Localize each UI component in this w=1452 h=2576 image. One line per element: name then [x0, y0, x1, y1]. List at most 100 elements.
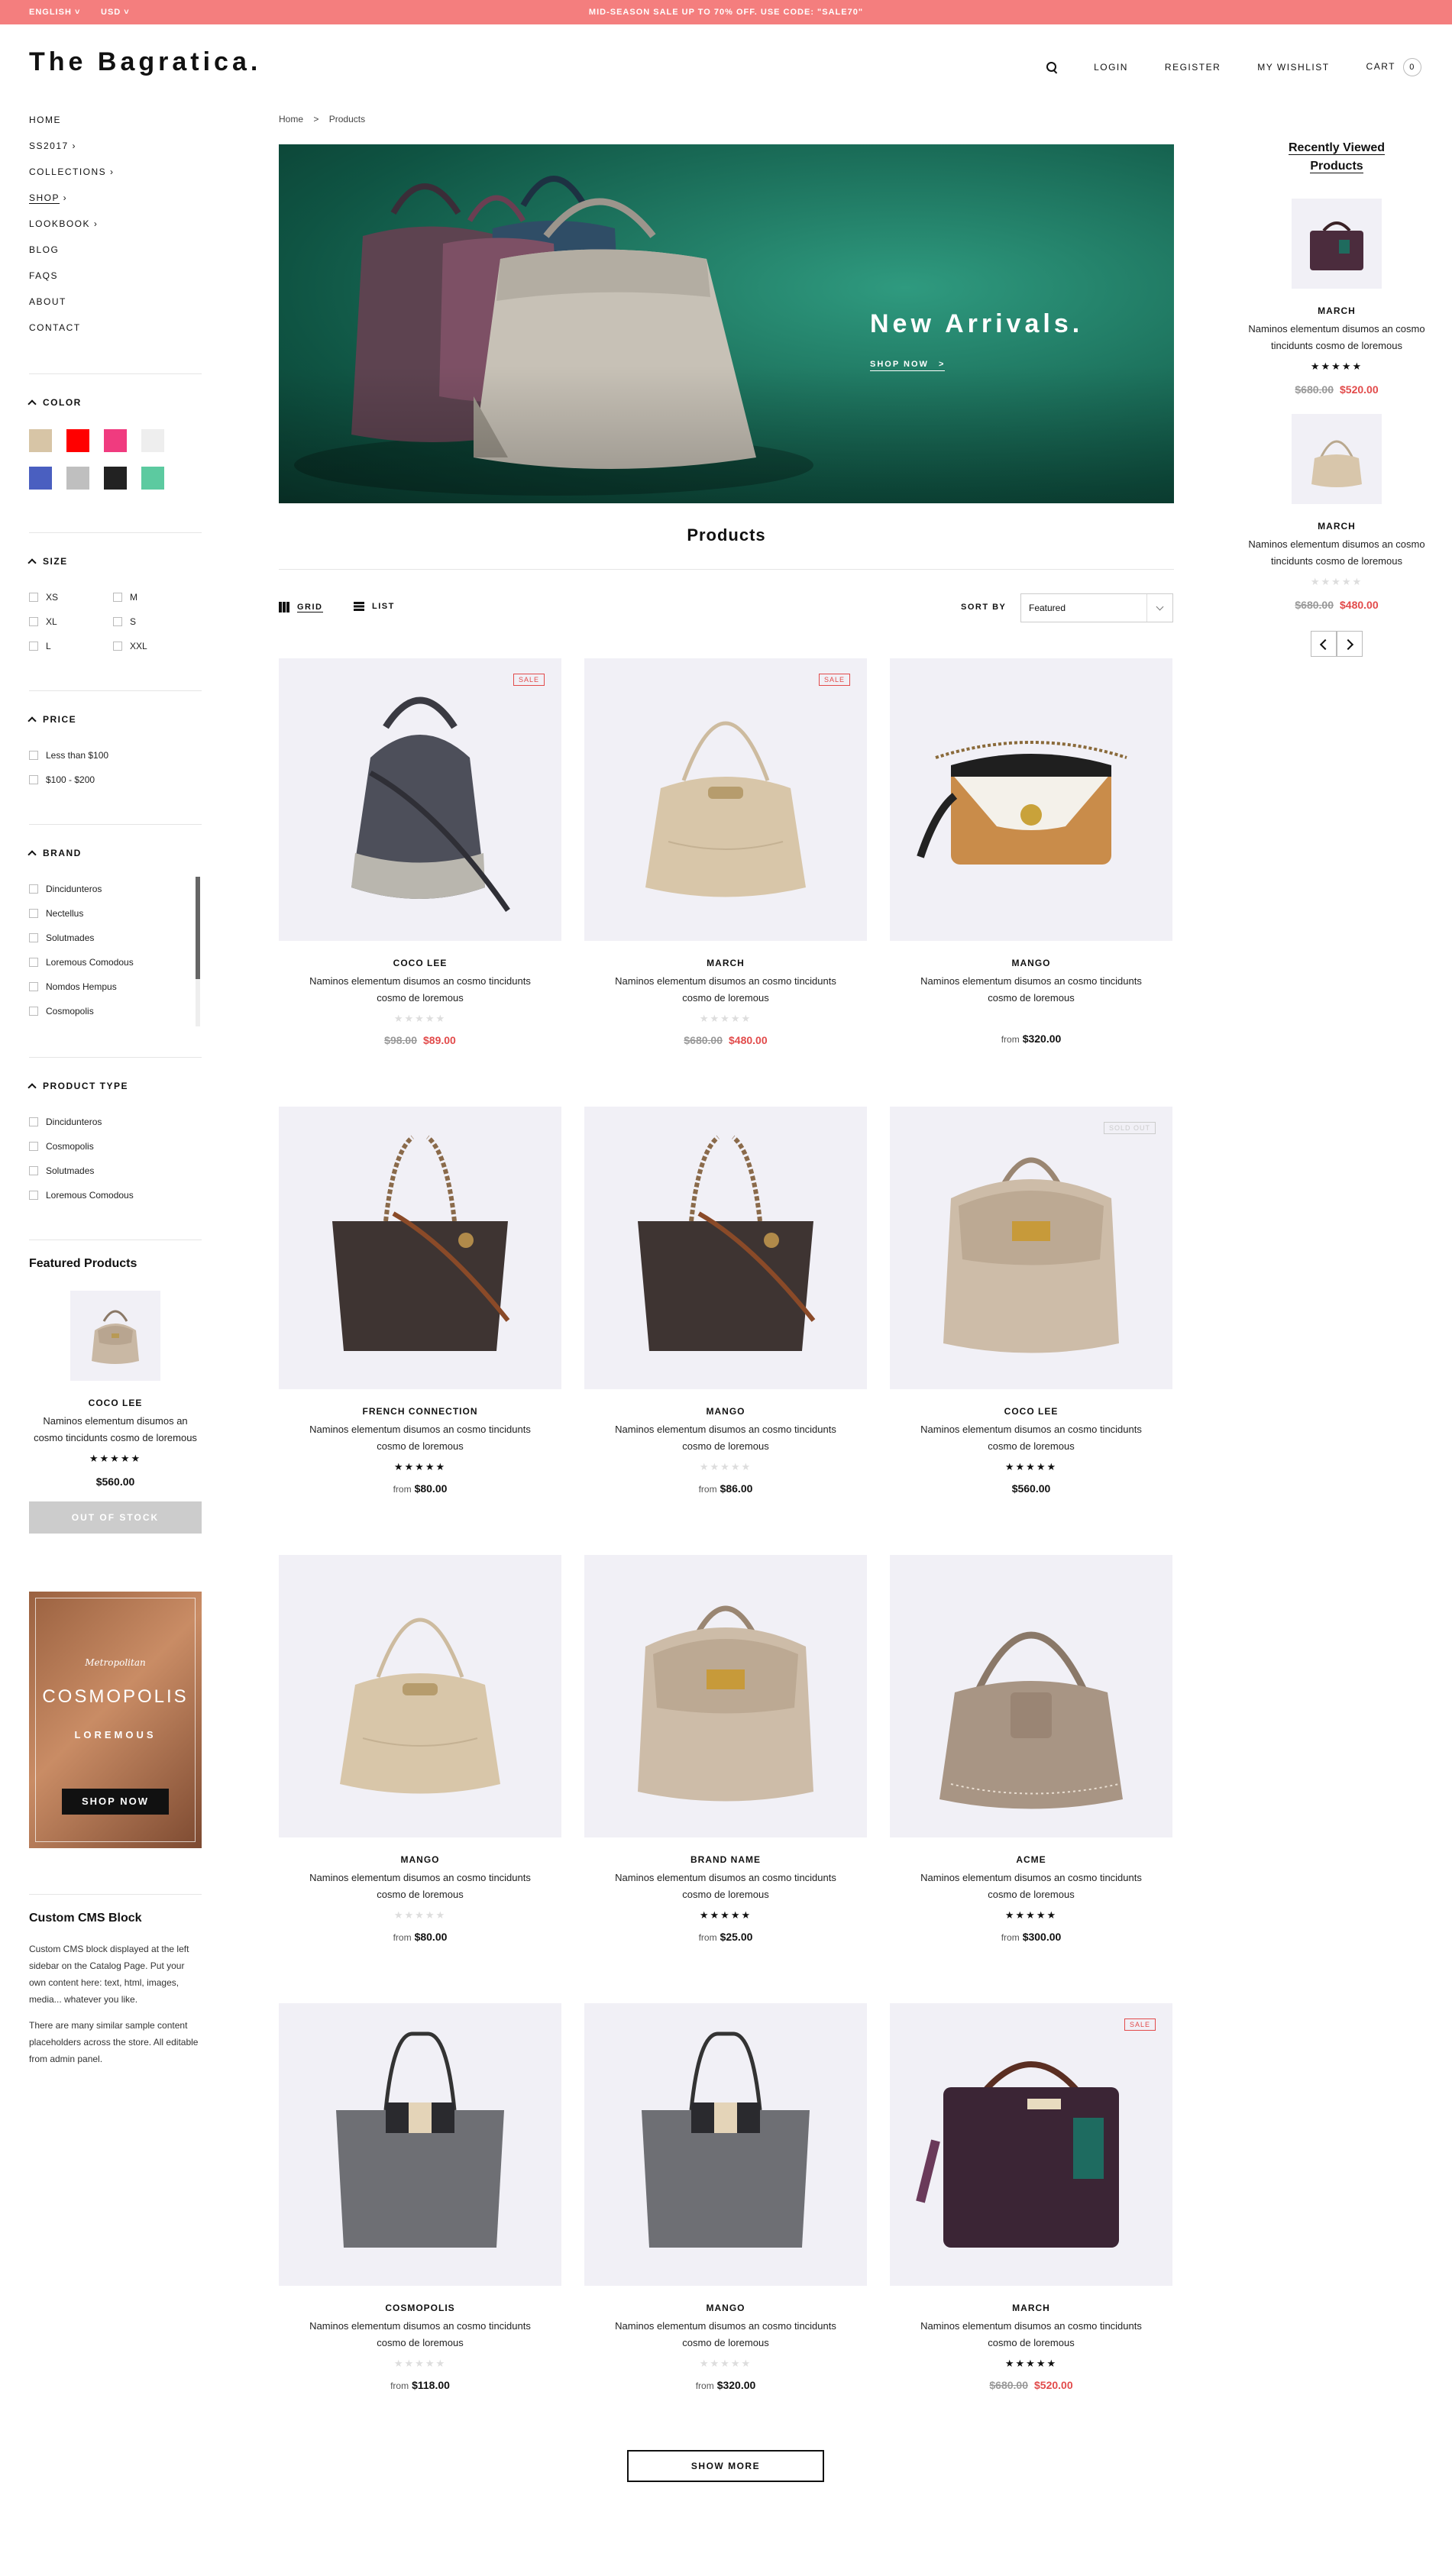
- recent-name[interactable]: MARCH: [1243, 305, 1430, 316]
- banner-shop-now-button[interactable]: SHOP NOW: [62, 1789, 169, 1815]
- product-image[interactable]: [584, 1107, 867, 1389]
- product-image[interactable]: [279, 1555, 561, 1837]
- filter-color-title[interactable]: COLOR: [27, 397, 202, 409]
- site-logo[interactable]: The Bagratica.: [29, 47, 261, 77]
- product-name[interactable]: COSMOPOLIS: [279, 2303, 561, 2313]
- recent-name[interactable]: MARCH: [1243, 521, 1430, 532]
- product-name[interactable]: ACME: [890, 1854, 1172, 1865]
- product-image[interactable]: [279, 1107, 561, 1389]
- size-option[interactable]: M: [113, 585, 197, 609]
- featured-thumb[interactable]: [70, 1291, 160, 1381]
- out-of-stock-button[interactable]: OUT OF STOCK: [29, 1501, 202, 1534]
- checkbox[interactable]: [29, 1166, 38, 1175]
- color-swatch[interactable]: [29, 467, 52, 490]
- product-image[interactable]: [584, 2003, 867, 2286]
- checkbox[interactable]: [29, 751, 38, 760]
- checkbox[interactable]: [29, 617, 38, 626]
- product-image[interactable]: [584, 1555, 867, 1837]
- type-option[interactable]: Cosmopolis: [29, 1134, 202, 1159]
- product-image[interactable]: SALE: [279, 658, 561, 941]
- brand-option[interactable]: Nomdos Hempus: [29, 974, 202, 999]
- brand-option[interactable]: Cosmopolis: [29, 999, 202, 1023]
- product-name[interactable]: MARCH: [890, 2303, 1172, 2313]
- nav-about[interactable]: ABOUT: [29, 293, 202, 318]
- hero-shop-now-link[interactable]: SHOP NOW >: [870, 360, 946, 371]
- product-image[interactable]: [279, 2003, 561, 2286]
- list-view-toggle[interactable]: LIST: [354, 602, 395, 611]
- type-option[interactable]: Dincidunteros: [29, 1110, 202, 1134]
- search-icon[interactable]: [1046, 62, 1057, 73]
- checkbox[interactable]: [113, 642, 122, 651]
- size-option[interactable]: XXL: [113, 634, 197, 658]
- nav-home[interactable]: HOME: [29, 111, 202, 137]
- type-option[interactable]: Loremous Comodous: [29, 1183, 202, 1207]
- filter-size-title[interactable]: SIZE: [27, 556, 202, 567]
- featured-name[interactable]: COCO LEE: [29, 1398, 202, 1408]
- price-option[interactable]: $100 - $200: [29, 768, 202, 792]
- product-name[interactable]: BRAND NAME: [584, 1854, 867, 1865]
- product-card[interactable]: ACME Naminos elementum disumos an cosmo …: [890, 1555, 1172, 1943]
- next-arrow-icon[interactable]: [1337, 631, 1363, 657]
- checkbox[interactable]: [29, 1142, 38, 1151]
- checkbox[interactable]: [29, 933, 38, 942]
- nav-blog[interactable]: BLOG: [29, 241, 202, 267]
- product-name[interactable]: COCO LEE: [890, 1406, 1172, 1417]
- product-card[interactable]: SALE MARCH Naminos elementum disumos an …: [584, 658, 867, 1046]
- nav-shop[interactable]: SHOP ›: [29, 189, 202, 215]
- size-option[interactable]: XS: [29, 585, 113, 609]
- filter-brand-title[interactable]: BRAND: [27, 848, 202, 859]
- grid-view-toggle[interactable]: GRID: [279, 602, 323, 612]
- product-card[interactable]: MANGO Naminos elementum disumos an cosmo…: [279, 1555, 561, 1943]
- size-option[interactable]: S: [113, 609, 197, 634]
- size-option[interactable]: XL: [29, 609, 113, 634]
- checkbox[interactable]: [113, 593, 122, 602]
- filter-type-title[interactable]: PRODUCT TYPE: [27, 1081, 202, 1092]
- color-swatch[interactable]: [141, 467, 164, 490]
- checkbox[interactable]: [29, 1117, 38, 1126]
- sort-select[interactable]: Featured: [1020, 593, 1173, 622]
- product-image[interactable]: [890, 1555, 1172, 1837]
- product-image[interactable]: SALE: [890, 2003, 1172, 2286]
- brand-option[interactable]: Solutmades: [29, 926, 202, 950]
- breadcrumb-home[interactable]: Home: [279, 114, 303, 124]
- color-swatch[interactable]: [66, 429, 89, 452]
- product-name[interactable]: MANGO: [584, 2303, 867, 2313]
- product-card[interactable]: SOLD OUT COCO LEE Naminos elementum disu…: [890, 1107, 1172, 1495]
- product-name[interactable]: COCO LEE: [279, 958, 561, 968]
- nav-collections[interactable]: COLLECTIONS ›: [29, 163, 202, 189]
- product-card[interactable]: SALE COCO LEE Naminos elementum disumos …: [279, 658, 561, 1046]
- filter-price-title[interactable]: PRICE: [27, 714, 202, 726]
- recent-thumb[interactable]: [1292, 414, 1382, 504]
- price-option[interactable]: Less than $100: [29, 743, 202, 768]
- nav-faqs[interactable]: FAQS: [29, 267, 202, 293]
- product-card[interactable]: MANGO Naminos elementum disumos an cosmo…: [890, 658, 1172, 1045]
- type-option[interactable]: Solutmades: [29, 1159, 202, 1183]
- checkbox[interactable]: [29, 958, 38, 967]
- brand-option[interactable]: Nectellus: [29, 901, 202, 926]
- size-option[interactable]: L: [29, 634, 113, 658]
- color-swatch[interactable]: [141, 429, 164, 452]
- recent-thumb[interactable]: [1292, 199, 1382, 289]
- product-name[interactable]: MANGO: [584, 1406, 867, 1417]
- checkbox[interactable]: [29, 982, 38, 991]
- brand-option[interactable]: Loremous Comodous: [29, 950, 202, 974]
- wishlist-link[interactable]: MY WISHLIST: [1257, 62, 1329, 73]
- nav-ss2017[interactable]: SS2017 ›: [29, 137, 202, 163]
- cart-link[interactable]: CART 0: [1366, 58, 1421, 76]
- show-more-button[interactable]: SHOW MORE: [627, 2450, 824, 2482]
- product-image[interactable]: SALE: [584, 658, 867, 941]
- color-swatch[interactable]: [104, 429, 127, 452]
- product-name[interactable]: MANGO: [279, 1854, 561, 1865]
- color-swatch[interactable]: [29, 429, 52, 452]
- checkbox[interactable]: [29, 909, 38, 918]
- checkbox[interactable]: [113, 617, 122, 626]
- scrollbar-thumb[interactable]: [196, 877, 200, 979]
- product-card[interactable]: MANGO Naminos elementum disumos an cosmo…: [584, 2003, 867, 2391]
- checkbox[interactable]: [29, 1007, 38, 1016]
- color-swatch[interactable]: [66, 467, 89, 490]
- product-card[interactable]: BRAND NAME Naminos elementum disumos an …: [584, 1555, 867, 1943]
- product-image[interactable]: [890, 658, 1172, 941]
- checkbox[interactable]: [29, 642, 38, 651]
- checkbox[interactable]: [29, 593, 38, 602]
- checkbox[interactable]: [29, 775, 38, 784]
